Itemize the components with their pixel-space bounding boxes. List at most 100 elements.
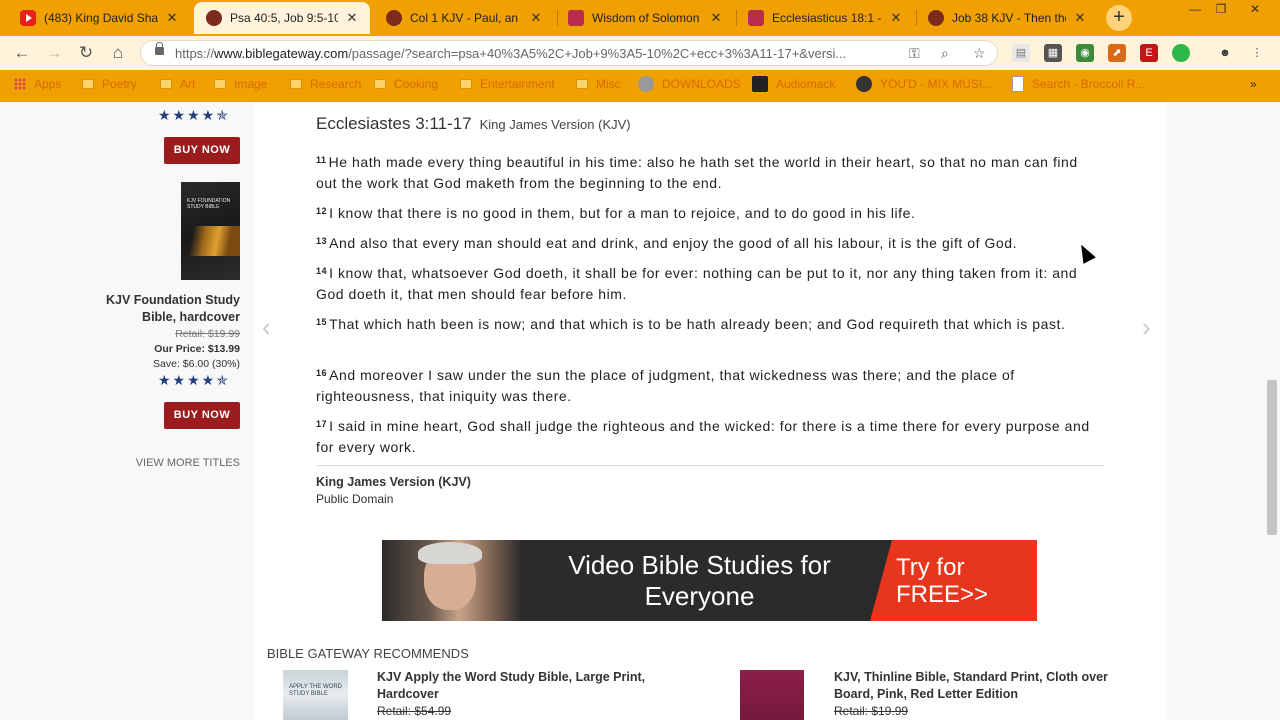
close-icon[interactable]: ✕ xyxy=(164,10,180,26)
book-cover-text: KJV FOUNDATION STUDY BIBLE xyxy=(187,198,231,210)
tab-title: Job 38 KJV - Then the xyxy=(952,11,1066,25)
disc-icon xyxy=(856,76,872,92)
window-close-icon[interactable]: ✕ xyxy=(1240,0,1270,20)
recommended-book-title[interactable]: KJV Apply the Word Study Bible, Large Pr… xyxy=(377,669,677,703)
verse: 14 I know that, whatsoever God doeth, it … xyxy=(316,261,1102,305)
book-cover-image[interactable]: KJV FOUNDATION STUDY BIBLE xyxy=(181,182,240,280)
version-footer-link[interactable]: King James Version (KJV) xyxy=(316,475,471,489)
tab-colossians[interactable]: Col 1 KJV - Paul, an a ✕ xyxy=(374,2,554,34)
profile-icon[interactable]: ☻ xyxy=(1216,44,1234,62)
close-icon[interactable]: ✕ xyxy=(888,10,904,26)
verse: 15 That which hath been is now; and that … xyxy=(316,312,1102,335)
restore-icon[interactable]: ❐ xyxy=(1206,0,1236,20)
biblestudytools-icon xyxy=(568,10,584,26)
bookmark-folder-misc[interactable]: Misc xyxy=(576,76,621,92)
tab-title: (483) King David Shall xyxy=(44,11,158,25)
recommends-heading: BIBLE GATEWAY RECOMMENDS xyxy=(267,646,469,661)
extension-doc-icon[interactable]: ▤ xyxy=(1012,44,1030,62)
bookmark-label: Misc xyxy=(596,77,621,91)
bookmark-apps[interactable]: Apps xyxy=(14,76,61,92)
verse-text: I know that there is no good in them, bu… xyxy=(329,205,916,221)
tab-youtube[interactable]: (483) King David Shall ✕ xyxy=(8,2,190,34)
extension-green-icon[interactable] xyxy=(1172,44,1190,62)
bookmark-star-icon[interactable]: ☆ xyxy=(973,45,986,62)
extension-globe-icon[interactable]: ◉ xyxy=(1076,44,1094,62)
bookmark-folder-research[interactable]: Research xyxy=(290,76,361,92)
new-tab-button[interactable]: + xyxy=(1106,5,1132,31)
tab-ecclesiasticus[interactable]: Ecclesiasticus 18:1 - 1 ✕ xyxy=(736,2,914,34)
folder-icon xyxy=(374,79,386,89)
back-button[interactable]: ← xyxy=(10,42,34,64)
bookmark-label: Search - Broccoli R... xyxy=(1032,77,1146,91)
bookmark-label: YOU'D - MIX MUSI... xyxy=(880,77,993,91)
url-text[interactable]: https://www.biblegateway.com/passage/?se… xyxy=(175,46,875,61)
page-scrollbar[interactable] xyxy=(1264,102,1280,720)
verse-number: 17 xyxy=(316,419,328,429)
menu-icon[interactable]: ⋮ xyxy=(1248,44,1266,62)
recommended-book-title[interactable]: KJV, Thinline Bible, Standard Print, Clo… xyxy=(834,669,1124,703)
biblestudytools-icon xyxy=(748,10,764,26)
bookmark-youd-mix[interactable]: YOU'D - MIX MUSI... xyxy=(856,76,992,92)
close-icon[interactable]: ✕ xyxy=(528,10,544,26)
passage-reference: Ecclesiastes 3:11-17 xyxy=(316,114,472,133)
extension-red-icon[interactable]: E xyxy=(1140,44,1158,62)
license-text: Public Domain xyxy=(316,492,394,506)
buy-now-button[interactable]: BUY NOW xyxy=(164,137,240,164)
forward-button[interactable]: → xyxy=(42,42,66,64)
lock-icon xyxy=(155,42,164,55)
audiomack-icon xyxy=(752,76,768,92)
bookmark-folder-entertainment[interactable]: Entertainment xyxy=(460,76,555,92)
address-bar[interactable]: https://www.biblegateway.com/passage/?se… xyxy=(140,40,998,66)
scrollbar-thumb[interactable] xyxy=(1267,380,1277,535)
bookmark-downloads[interactable]: DOWNLOADS xyxy=(638,76,741,92)
bookmark-label: Audiomack xyxy=(776,77,836,91)
video-bible-studies-banner[interactable]: Video Bible Studies for Everyone Try for… xyxy=(382,540,1037,621)
bookmarks-bar: Apps Poetry Art Image Research Cooking E… xyxy=(0,70,1280,98)
home-button[interactable]: ⌂ xyxy=(106,42,130,64)
divider xyxy=(316,465,1104,466)
bookmark-folder-art[interactable]: Art xyxy=(160,76,195,92)
bookmarks-overflow-icon[interactable]: » xyxy=(1250,76,1257,92)
bookmark-folder-cooking[interactable]: Cooking xyxy=(374,76,438,92)
bookmark-label: Apps xyxy=(34,77,62,91)
verse-number: 16 xyxy=(316,368,328,378)
promo-book-title[interactable]: KJV Foundation Study Bible, hardcover xyxy=(90,292,240,326)
extension-qr-icon[interactable]: ▦ xyxy=(1044,44,1062,62)
bookmark-label: Art xyxy=(180,77,196,91)
tab-active-biblegateway[interactable]: Psa 40:5, Job 9:5-10, e ✕ xyxy=(194,2,370,34)
close-icon[interactable]: ✕ xyxy=(708,10,724,26)
key-icon[interactable]: ⚿ xyxy=(909,45,920,62)
bookmark-folder-image[interactable]: Image xyxy=(214,76,267,92)
close-icon[interactable]: ✕ xyxy=(1072,10,1088,26)
bookmark-folder-poetry[interactable]: Poetry xyxy=(82,76,137,92)
buy-now-button[interactable]: BUY NOW xyxy=(164,402,240,429)
tab-wisdom-of-solomon[interactable]: Wisdom of Solomon ✕ xyxy=(556,2,734,34)
cta-label: Try for FREE>> xyxy=(896,554,989,608)
bookmark-label: Cooking xyxy=(394,77,439,91)
bookmark-label: Entertainment xyxy=(480,77,555,91)
book-thumbnail[interactable] xyxy=(740,670,804,720)
tab-job-38[interactable]: Job 38 KJV - Then the ✕ xyxy=(916,2,1098,34)
bookmark-label: DOWNLOADS xyxy=(662,77,741,91)
verse-number: 15 xyxy=(316,317,328,327)
zoom-icon[interactable]: ⌕ xyxy=(941,45,949,62)
bookmark-audiomack[interactable]: Audiomack xyxy=(752,76,835,92)
banner-headline: Video Bible Studies for Everyone xyxy=(568,550,831,611)
close-icon[interactable]: ✕ xyxy=(344,10,360,26)
savings: Save: $6.00 (30%) xyxy=(153,358,240,370)
view-more-titles-link[interactable]: VIEW MORE TITLES xyxy=(110,457,240,469)
page-icon xyxy=(1012,76,1024,92)
passage-version[interactable]: King James Version (KJV) xyxy=(480,117,631,132)
try-for-free-button[interactable]: Try for FREE>> xyxy=(870,540,1037,621)
next-chevron-icon[interactable]: › xyxy=(1142,312,1151,343)
extension-pdf-icon[interactable]: ⬈ xyxy=(1108,44,1126,62)
folder-icon xyxy=(82,79,94,89)
bookmark-label: Image xyxy=(234,77,268,91)
reload-button[interactable]: ↻ xyxy=(74,42,98,64)
bookmark-search-broccoli[interactable]: Search - Broccoli R... xyxy=(1012,76,1145,92)
verse-number: 14 xyxy=(316,266,328,276)
book-thumbnail[interactable]: APPLY THE WORD STUDY BIBLE xyxy=(283,670,348,720)
verse-number: 13 xyxy=(316,236,328,246)
previous-chevron-icon[interactable]: ‹ xyxy=(262,312,271,343)
web-page: ★★★★✯ BUY NOW KJV FOUNDATION STUDY BIBLE… xyxy=(0,102,1280,720)
